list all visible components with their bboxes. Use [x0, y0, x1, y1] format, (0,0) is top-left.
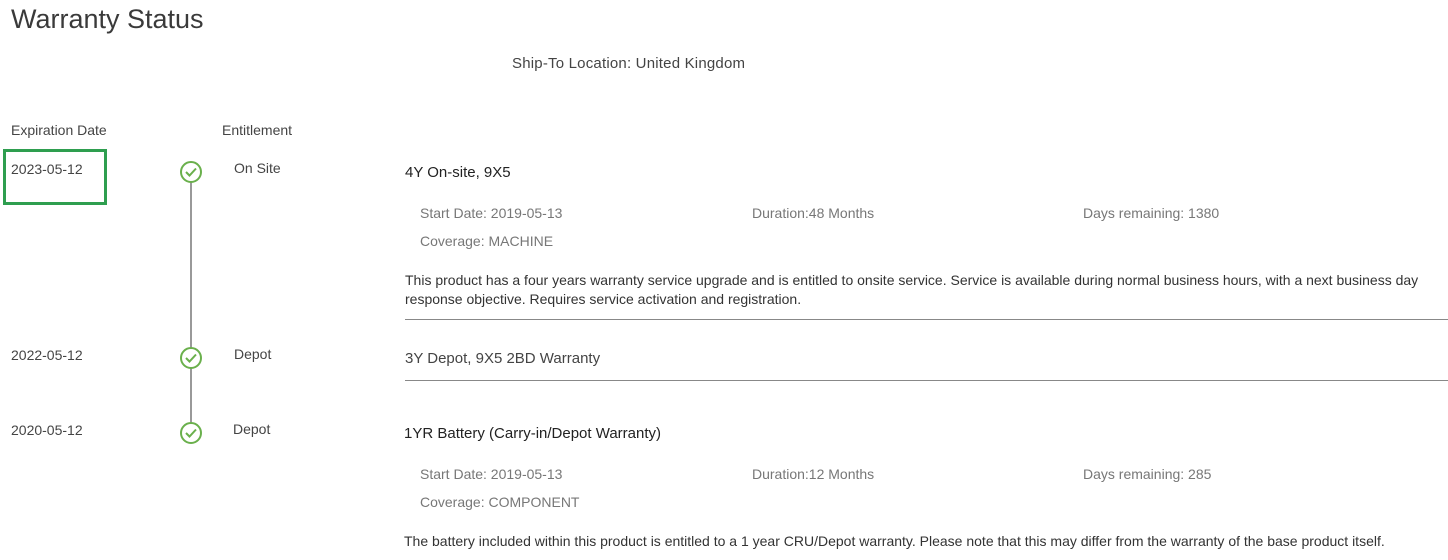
- warranty-name: 1YR Battery (Carry-in/Depot Warranty): [404, 425, 662, 442]
- coverage: Coverage: COMPONENT: [420, 494, 580, 510]
- check-circle-icon: [180, 422, 202, 444]
- warranty-description: This product has a four years warranty s…: [405, 272, 1419, 307]
- coverage: Coverage: MACHINE: [420, 233, 554, 249]
- days-remaining: Days remaining: 285: [1083, 466, 1212, 482]
- entitlement-label: Depot: [234, 346, 272, 362]
- check-circle-icon: [180, 161, 202, 183]
- entitlement-label: On Site: [234, 160, 281, 176]
- start-date: Start Date: 2019-05-13: [420, 205, 563, 221]
- entitlement-label: Depot: [233, 421, 271, 437]
- column-header-entitlement: Entitlement: [222, 122, 293, 138]
- check-circle-icon: [180, 347, 202, 369]
- expiration-date: 2022-05-12: [11, 347, 83, 363]
- days-remaining: Days remaining: 1380: [1083, 205, 1220, 221]
- row-divider: [405, 319, 1448, 320]
- expiration-date: 2023-05-12: [11, 161, 83, 177]
- timeline-connector: [190, 180, 192, 430]
- duration: Duration:48 Months: [752, 205, 875, 221]
- warranty-name: 3Y Depot, 9X5 2BD Warranty: [405, 350, 601, 367]
- warranty-name: 4Y On-site, 9X5: [405, 164, 511, 181]
- start-date: Start Date: 2019-05-13: [420, 466, 563, 482]
- expiration-date: 2020-05-12: [11, 422, 83, 438]
- page-title: Warranty Status: [11, 4, 204, 34]
- duration: Duration:12 Months: [752, 466, 875, 482]
- expiration-highlight-box: [3, 149, 107, 205]
- warranty-description: The battery included within this product…: [404, 533, 1385, 549]
- ship-to-location: Ship-To Location: United Kingdom: [512, 55, 746, 72]
- column-header-expiration: Expiration Date: [11, 122, 107, 138]
- row-divider: [405, 380, 1448, 381]
